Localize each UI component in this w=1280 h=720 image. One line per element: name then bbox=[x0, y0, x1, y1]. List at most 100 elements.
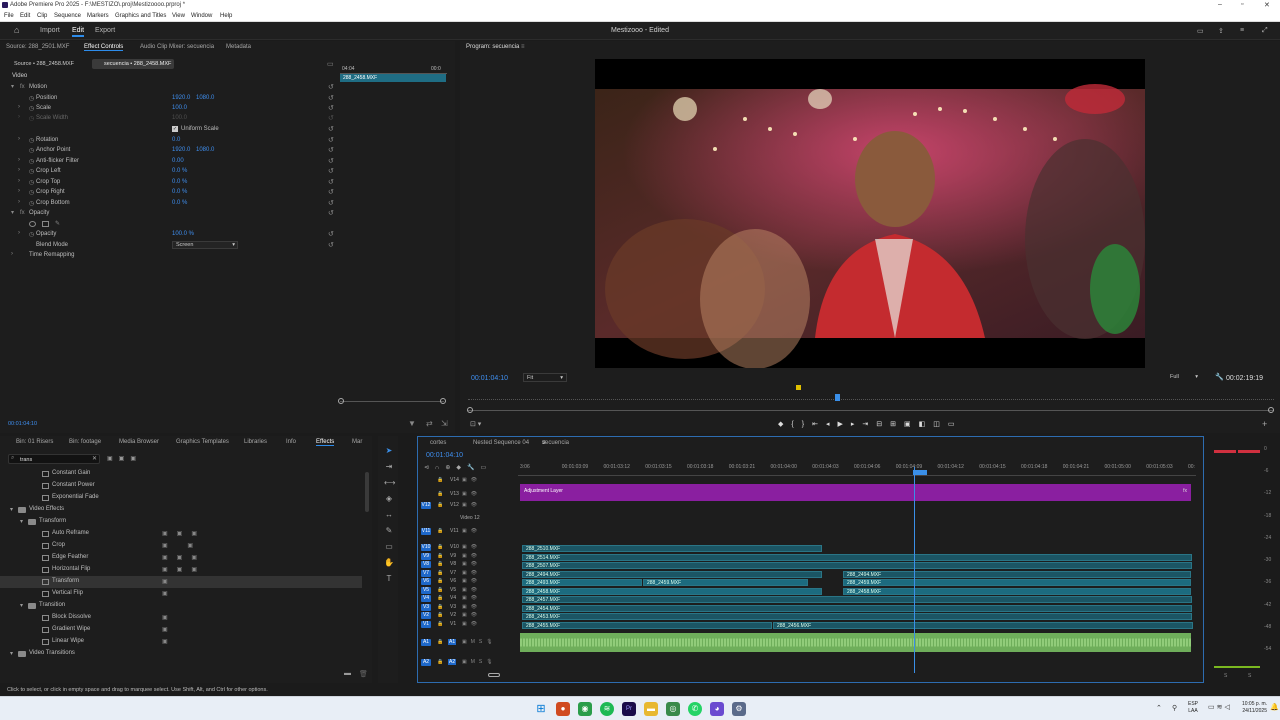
effects-folder[interactable]: ▾ Video Effects bbox=[0, 504, 362, 516]
crop-left-row[interactable]: › ◷ Crop Left 0.0 % ↺ bbox=[0, 167, 340, 177]
windows-start-icon[interactable]: ⊞ bbox=[534, 702, 548, 716]
anchor-x[interactable]: 1920.0 bbox=[172, 147, 190, 153]
ellipse-mask-icon[interactable] bbox=[29, 221, 36, 227]
menu-graphics[interactable]: Graphics and Titles bbox=[115, 13, 166, 19]
program-scrubber[interactable] bbox=[468, 410, 1274, 411]
timeline-zoom-handle[interactable] bbox=[488, 673, 500, 677]
opacity-value[interactable]: 100.0 % bbox=[172, 231, 194, 237]
time-remapping-row[interactable]: › Time Remapping bbox=[0, 251, 340, 261]
uniform-scale-row[interactable]: ✓ Uniform Scale ↺ bbox=[0, 125, 340, 135]
menu-edit[interactable]: Edit bbox=[20, 13, 30, 19]
chrome-icon[interactable]: ◉ bbox=[578, 702, 592, 716]
audio-clip-a1[interactable] bbox=[520, 633, 1191, 652]
opacity-header-row[interactable]: ▾ fx Opacity ↺ bbox=[0, 209, 340, 219]
timeline-clip[interactable]: 288_2455.MXF bbox=[522, 622, 772, 629]
scale-row[interactable]: › ◷ Scale 100.0 ↺ bbox=[0, 104, 340, 114]
effect-item[interactable]: Vertical Flip ▣ bbox=[0, 588, 362, 600]
meter-solo-left[interactable]: S bbox=[1224, 673, 1227, 679]
crop-right-value[interactable]: 0.0 % bbox=[172, 189, 187, 195]
accelerated-icon[interactable]: ▣ bbox=[107, 456, 119, 462]
location-icon[interactable]: ⚲ bbox=[1172, 704, 1177, 712]
tab-bin-risers[interactable]: Bin: 01 Risers bbox=[16, 439, 53, 445]
program-playhead[interactable] bbox=[835, 394, 840, 401]
export-frame-icon[interactable]: ⇲ bbox=[441, 419, 448, 428]
tray-chevron-icon[interactable]: ⌃ bbox=[1156, 704, 1162, 712]
menu-markers[interactable]: Markers bbox=[87, 13, 109, 19]
close-icon[interactable]: ✕ bbox=[1264, 1, 1270, 9]
settings-app-icon[interactable]: ⚙ bbox=[732, 702, 746, 716]
timeline-clip[interactable]: 288_2510.MXF bbox=[522, 545, 822, 552]
zoom-handle-left[interactable] bbox=[338, 398, 344, 404]
loop-icon[interactable]: ⇄ bbox=[426, 419, 433, 428]
position-row[interactable]: ◷ Position 1920.0 1080.0 ↺ bbox=[0, 94, 340, 104]
effect-item[interactable]: Auto Reframe ▣▣▣ bbox=[0, 528, 362, 540]
premiere-icon[interactable]: Pr bbox=[622, 702, 636, 716]
effect-item[interactable]: Linear Wipe ▣ bbox=[0, 636, 362, 648]
pen-icon[interactable]: ✎ bbox=[384, 526, 394, 536]
selection-tool-icon[interactable]: ➤ bbox=[384, 446, 394, 456]
scrub-handle-left[interactable] bbox=[467, 407, 473, 413]
timeline-clip[interactable]: 288_2453.MXF bbox=[522, 613, 1192, 620]
antiflicker-value[interactable]: 0.00 bbox=[172, 158, 184, 164]
menu-icon[interactable]: ≡ bbox=[1240, 27, 1244, 34]
rectangle-icon[interactable]: ▭ bbox=[384, 542, 394, 552]
mini-clip[interactable]: 288_2458.MXF bbox=[340, 74, 446, 82]
track-select-icon[interactable]: ⇥ bbox=[384, 462, 394, 472]
home-icon[interactable]: ⌂ bbox=[14, 25, 19, 35]
effects-folder[interactable]: ▾ Video Transitions bbox=[0, 648, 362, 660]
settings-icon[interactable]: 🔧 bbox=[1215, 373, 1224, 381]
scrub-handle-right[interactable] bbox=[1268, 407, 1274, 413]
slip-icon[interactable]: ↔ bbox=[384, 510, 394, 520]
mark-in-icon[interactable]: { bbox=[791, 421, 801, 428]
fit-select[interactable]: Fit ▾ bbox=[523, 373, 567, 382]
ec-timecode-text[interactable]: 00:01:04:10 bbox=[8, 421, 37, 427]
browser-icon[interactable]: ◎ bbox=[666, 702, 680, 716]
timeline-clip[interactable]: 288_2456.MXF bbox=[773, 622, 1193, 629]
tab-metadata[interactable]: Metadata bbox=[226, 44, 251, 50]
timeline-clip[interactable]: 288_2459.MXF bbox=[843, 579, 1191, 586]
program-ruler[interactable] bbox=[468, 394, 1274, 400]
spotify-icon[interactable]: ≋ bbox=[600, 702, 614, 716]
tab-media-browser[interactable]: Media Browser bbox=[119, 439, 159, 445]
effect-item[interactable]: Constant Gain bbox=[0, 468, 362, 480]
effect-item[interactable]: Gradient Wipe ▣ bbox=[0, 624, 362, 636]
antiflicker-row[interactable]: › ◷ Anti-flicker Filter 0.00 ↺ bbox=[0, 157, 340, 167]
uniform-scale-checkbox[interactable]: ✓ bbox=[172, 126, 178, 132]
yuv-icon[interactable]: ▣ bbox=[130, 456, 142, 462]
add-button-icon[interactable]: + bbox=[1262, 419, 1267, 429]
effect-item[interactable]: Transform ▣ bbox=[0, 576, 362, 588]
timeline-clip[interactable]: 288_2507.MXF bbox=[522, 562, 1192, 569]
opacity-row[interactable]: › ◷ Opacity 100.0 % ↺ bbox=[0, 230, 340, 240]
volume-icon[interactable]: ◁ bbox=[1225, 704, 1232, 711]
motion-row[interactable]: ▾ fx Motion ↺ bbox=[0, 83, 340, 93]
delete-icon[interactable]: 🗑 bbox=[359, 670, 368, 678]
notification-icon[interactable]: 🔔 bbox=[1270, 703, 1279, 711]
discord-icon[interactable]: ◕ bbox=[710, 702, 724, 716]
blend-mode-row[interactable]: Blend Mode Screen ▾ ↺ bbox=[0, 241, 340, 251]
language-indicator[interactable]: ESP LAA bbox=[1188, 701, 1198, 715]
timeline-clip[interactable]: 288_2454.MXF bbox=[522, 605, 1192, 612]
network-icon[interactable]: ▭ bbox=[1208, 704, 1217, 711]
quality-select[interactable]: Full ▾ bbox=[1167, 373, 1201, 382]
position-y[interactable]: 1080.0 bbox=[196, 95, 214, 101]
tab-bin-footage[interactable]: Bin: footage bbox=[69, 439, 101, 445]
step-back-icon[interactable]: ◂ bbox=[826, 421, 838, 428]
tab-graphics-templates[interactable]: Graphics Templates bbox=[176, 439, 229, 445]
crop-top-value[interactable]: 0.0 % bbox=[172, 179, 187, 185]
step-forward-icon[interactable]: ▸ bbox=[851, 421, 863, 428]
file-explorer-icon[interactable]: ▬ bbox=[644, 702, 658, 716]
timeline-clip[interactable]: 288_2514.MXF bbox=[522, 554, 1192, 561]
video-frame[interactable] bbox=[595, 59, 1145, 368]
clear-search-icon[interactable]: ✕ bbox=[92, 455, 97, 462]
workspaces-icon[interactable]: ▭ bbox=[1197, 27, 1204, 35]
menu-help[interactable]: Help bbox=[220, 13, 232, 19]
timeline-playhead[interactable] bbox=[914, 467, 915, 673]
crop-top-row[interactable]: › ◷ Crop Top 0.0 % ↺ bbox=[0, 178, 340, 188]
lift-icon[interactable]: ⊟ bbox=[876, 421, 890, 428]
timeline-clip[interactable]: 288_2458.MXF bbox=[522, 588, 822, 595]
32bit-icon[interactable]: ▣ bbox=[119, 456, 131, 462]
meter-solo-right[interactable]: S bbox=[1248, 673, 1251, 679]
crop-right-row[interactable]: › ◷ Crop Right 0.0 % ↺ bbox=[0, 188, 340, 198]
wifi-icon[interactable]: ≋ bbox=[1217, 704, 1225, 711]
type-icon[interactable]: T bbox=[384, 574, 394, 584]
